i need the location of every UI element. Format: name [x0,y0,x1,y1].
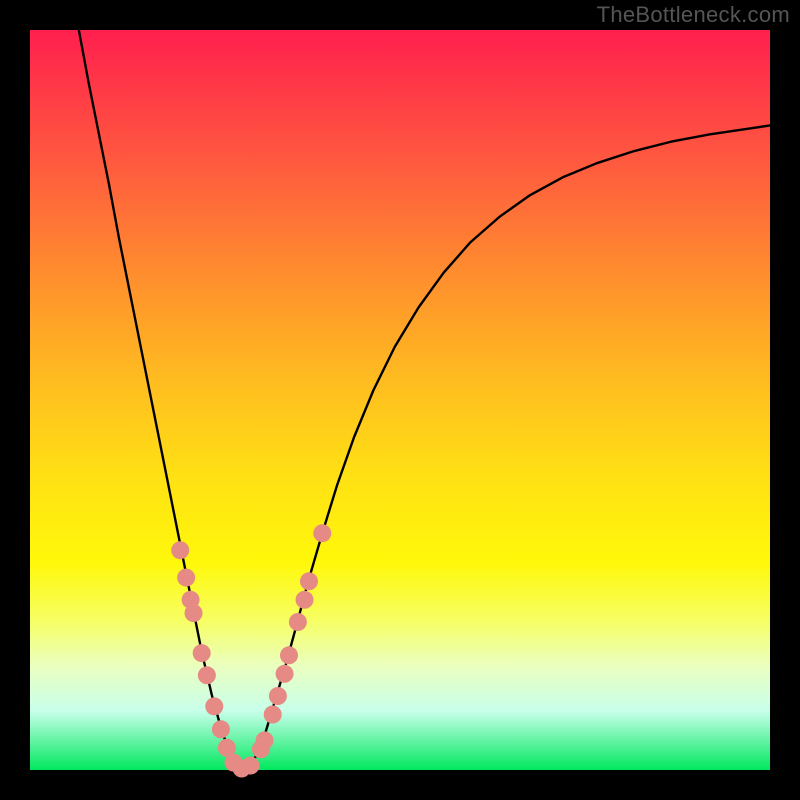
marker-dot [212,720,230,738]
marker-dot [276,665,294,683]
attribution-label: TheBottleneck.com [597,2,790,28]
marker-dot [171,541,189,559]
marker-dot [280,646,298,664]
marker-dot [185,604,203,622]
chart-frame: TheBottleneck.com [0,0,800,800]
chart-svg [30,30,770,770]
marker-dot [242,757,260,775]
marker-dot [177,569,195,587]
marker-dot [300,572,318,590]
marker-dot [256,731,274,749]
marker-dot [269,687,287,705]
marker-dot [193,644,211,662]
marker-dot [313,524,331,542]
marker-dot [289,613,307,631]
marker-dot [198,666,216,684]
curve-path [79,30,770,770]
marker-group [171,524,331,777]
marker-dot [205,697,223,715]
marker-dot [296,591,314,609]
plot-area [30,30,770,770]
marker-dot [264,706,282,724]
